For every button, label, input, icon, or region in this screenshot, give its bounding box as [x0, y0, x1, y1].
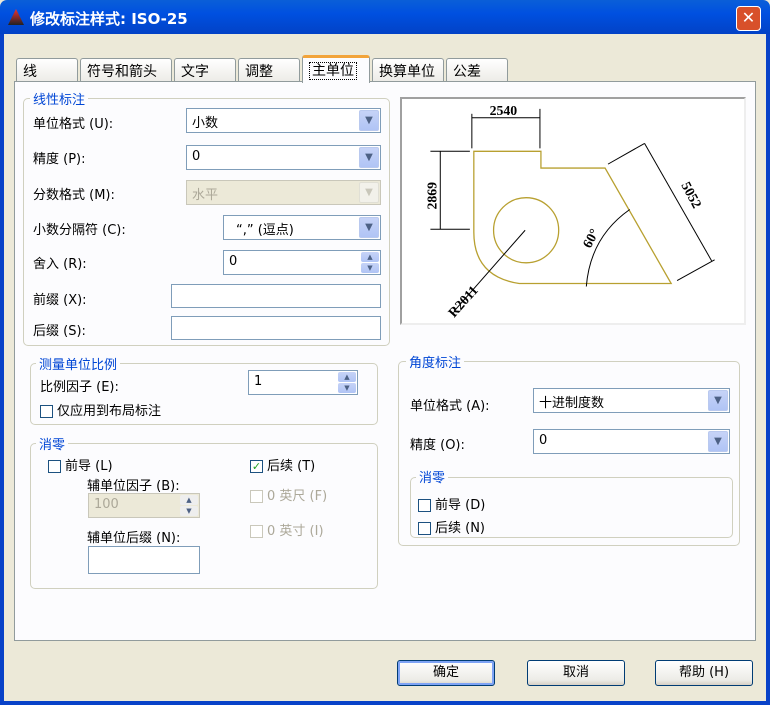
value: 小数 [192, 116, 219, 131]
sub-unit-suffix-label: 辅单位后缀 (N): [87, 531, 181, 546]
chevron-down-icon: ▼ [359, 147, 379, 168]
checkbox-label: 后续 (T) [267, 459, 316, 474]
value: 0 [229, 254, 238, 269]
preview-pane: 2540 2869 5052 60° R2011 [400, 97, 746, 325]
tab-text[interactable]: 文字 [174, 58, 236, 82]
window-title: 修改标注样式: ISO-25 [30, 10, 188, 28]
tab-lines[interactable]: 线 [16, 58, 78, 82]
sub-unit-factor-spinner[interactable]: 100 ▲ ▼ [88, 493, 200, 518]
title-bar: 修改标注样式: ISO-25 ✕ [0, 0, 770, 34]
tab-tolerances[interactable]: 公差 [446, 58, 508, 82]
fraction-format-select[interactable]: 水平 ▼ [186, 180, 381, 205]
autocad-logo-icon [8, 9, 24, 25]
value: 十进制度数 [539, 396, 605, 411]
value: 0 [539, 433, 548, 448]
checkbox-icon [250, 525, 263, 538]
checkbox-label: 0 英尺 (F) [267, 489, 328, 504]
chevron-down-icon: ▼ [708, 390, 728, 411]
scale-factor-label: 比例因子 (E): [40, 380, 119, 395]
angular-zero-suppression-title: 消零 [416, 467, 449, 486]
zero-suppression-title: 消零 [36, 434, 69, 453]
sub-unit-suffix-input[interactable] [88, 546, 200, 574]
scale-factor-spinner[interactable]: 1 ▲ ▼ [248, 370, 358, 395]
decimal-separator-select[interactable]: “,” (逗点) ▼ [223, 215, 381, 240]
chevron-down-icon: ▼ [708, 431, 728, 452]
unit-format-label: 单位格式 (U): [33, 117, 114, 132]
cancel-button[interactable]: 取消 [527, 660, 625, 686]
precision-select[interactable]: 0 ▼ [186, 145, 381, 170]
preview-circle [492, 197, 560, 264]
checkbox-icon [418, 522, 431, 535]
prefix-input[interactable] [171, 284, 381, 308]
chevron-down-icon: ▼ [359, 110, 379, 131]
checkbox-icon [250, 490, 263, 503]
spin-up-icon[interactable]: ▲ [361, 252, 379, 262]
spin-down-icon[interactable]: ▼ [338, 383, 356, 393]
angular-precision-label: 精度 (O): [410, 438, 465, 453]
angular-precision-select[interactable]: 0 ▼ [533, 429, 730, 454]
tab-symbols-arrows[interactable]: 符号和箭头 [80, 58, 172, 82]
chevron-down-icon: ▼ [359, 182, 379, 203]
trailing-checkbox[interactable]: ✓ 后续 (T) [250, 455, 315, 474]
checkbox-label: 前导 (D) [435, 498, 486, 513]
dim-top-label: 2540 [490, 103, 518, 118]
fraction-format-label: 分数格式 (M): [33, 188, 115, 203]
dim-left-label: 2869 [424, 182, 439, 210]
value: 100 [94, 497, 119, 512]
sub-unit-factor-label: 辅单位因子 (B): [87, 479, 180, 494]
checkbox-label: 仅应用到布局标注 [57, 404, 162, 419]
measurement-scale-title: 测量单位比例 [36, 354, 121, 373]
checkbox-label: 前导 (L) [65, 459, 113, 474]
radius-label: R2011 [445, 283, 481, 320]
chevron-down-icon: ▼ [359, 217, 379, 238]
round-off-spinner[interactable]: 0 ▲ ▼ [223, 250, 381, 275]
feet-checkbox[interactable]: 0 英尺 (F) [250, 485, 327, 504]
value: 0 [192, 149, 201, 164]
angular-dimensions-title: 角度标注 [406, 352, 465, 371]
round-off-label: 舍入 (R): [33, 257, 87, 272]
linear-dimensions-title: 线性标注 [30, 89, 89, 108]
prefix-label: 前缀 (X): [33, 293, 87, 308]
spin-up-icon[interactable]: ▲ [338, 372, 356, 382]
checkmark-icon: ✓ [250, 460, 263, 473]
unit-format-select[interactable]: 小数 ▼ [186, 108, 381, 133]
ok-button[interactable]: 确定 [397, 660, 495, 686]
tab-alternate-units[interactable]: 换算单位 [372, 58, 444, 82]
dim-right-label: 5052 [678, 179, 704, 210]
tab-label: 主单位 [309, 62, 357, 80]
angular-leading-checkbox[interactable]: 前导 (D) [418, 494, 485, 513]
angle-label: 60° [580, 226, 602, 250]
decimal-separator-label: 小数分隔符 (C): [33, 223, 126, 238]
suffix-input[interactable] [171, 316, 381, 340]
layout-only-checkbox[interactable]: 仅应用到布局标注 [40, 400, 161, 419]
value: 1 [254, 374, 263, 389]
angular-unit-format-label: 单位格式 (A): [410, 399, 490, 414]
checkbox-label: 后续 (N) [435, 521, 486, 536]
spin-down-icon[interactable]: ▼ [361, 263, 379, 273]
checkbox-icon [40, 405, 53, 418]
angular-unit-format-select[interactable]: 十进制度数 ▼ [533, 388, 730, 413]
help-button[interactable]: 帮助 (H) [655, 660, 753, 686]
tab-fit[interactable]: 调整 [238, 58, 300, 82]
checkbox-label: 0 英寸 (I) [267, 524, 324, 539]
tab-primary-units[interactable]: 主单位 [302, 55, 370, 83]
suffix-label: 后缀 (S): [33, 324, 86, 339]
inches-checkbox[interactable]: 0 英寸 (I) [250, 520, 324, 539]
preview-drawing: 2540 2869 5052 60° R2011 [424, 103, 715, 320]
close-button[interactable]: ✕ [736, 6, 761, 31]
spin-down-icon[interactable]: ▼ [180, 506, 198, 516]
preview-shape [473, 150, 673, 285]
checkbox-icon [48, 460, 61, 473]
spin-up-icon[interactable]: ▲ [180, 495, 198, 505]
angular-trailing-checkbox[interactable]: 后续 (N) [418, 517, 485, 536]
leading-checkbox[interactable]: 前导 (L) [48, 455, 113, 474]
checkbox-icon [418, 499, 431, 512]
value: “,” (逗点) [236, 223, 294, 238]
precision-label: 精度 (P): [33, 152, 86, 167]
value: 水平 [192, 188, 219, 203]
